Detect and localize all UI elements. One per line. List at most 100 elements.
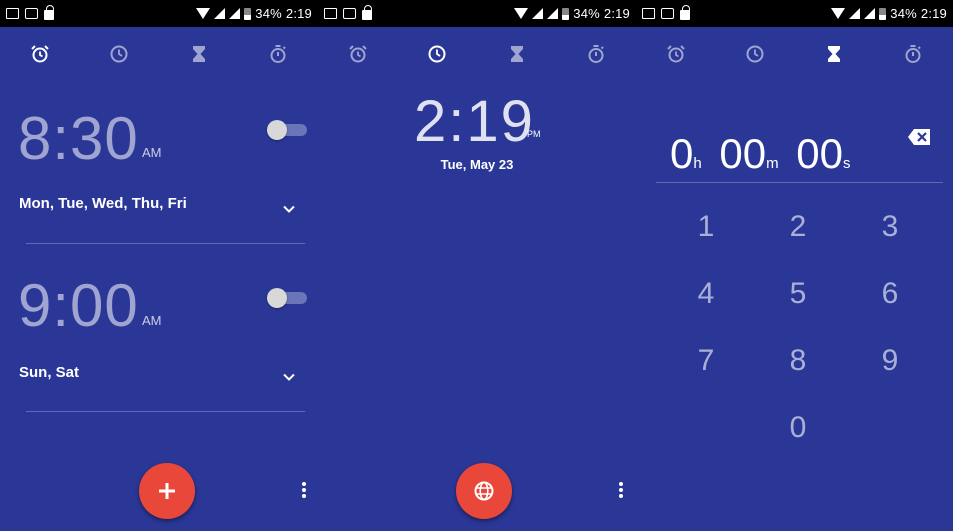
status-time: 2:19 <box>285 6 312 21</box>
message-notification-icon <box>343 8 356 19</box>
timer-display: 0h 00m 00s <box>670 130 856 178</box>
keypad-key-7[interactable]: 7 <box>676 344 736 378</box>
keypad-key-2[interactable]: 2 <box>768 210 828 244</box>
tab-stopwatch[interactable] <box>874 27 953 81</box>
plus-icon <box>159 483 175 499</box>
alarm-screen: 34% 2:19 8:30 AM Mon, Tue, Wed, Thu, Fri… <box>0 0 318 531</box>
wifi-icon <box>514 8 529 19</box>
alarm-days: Sun, Sat <box>19 364 80 381</box>
tab-stopwatch[interactable] <box>557 27 637 81</box>
tab-clock[interactable] <box>398 27 478 81</box>
timer-seconds-unit: s <box>842 155 851 172</box>
battery-icon <box>562 7 570 20</box>
battery-icon <box>244 7 252 20</box>
status-bar: 34% 2:19 <box>318 0 636 27</box>
stopwatch-icon <box>270 45 286 63</box>
timer-minutes-unit: m <box>766 155 779 172</box>
chevron-down-icon[interactable] <box>282 370 296 384</box>
keypad-key-3[interactable]: 3 <box>860 210 920 244</box>
overflow-menu-icon[interactable] <box>302 482 306 498</box>
keypad-key-0[interactable]: 0 <box>768 411 828 445</box>
clock-time: 2:19 <box>414 89 535 154</box>
divider <box>26 243 305 244</box>
signal-icon <box>864 8 876 19</box>
tab-alarm[interactable] <box>318 27 398 81</box>
tab-stopwatch[interactable] <box>239 27 319 81</box>
battery-percent: 34% <box>573 6 600 21</box>
clock-icon <box>110 45 128 63</box>
signal-icon <box>532 8 544 19</box>
tab-alarm[interactable] <box>636 27 715 81</box>
alarm-toggle[interactable] <box>267 120 307 140</box>
status-bar: 34% 2:19 <box>0 0 318 27</box>
tab-clock[interactable] <box>80 27 160 81</box>
clock-screen: 34% 2:19 2:19 PM Tue, May 23 <box>318 0 636 531</box>
hourglass-icon <box>192 46 205 62</box>
tab-alarm[interactable] <box>0 27 80 81</box>
lock-icon <box>44 5 54 20</box>
alarm-ampm: AM <box>142 145 162 160</box>
globe-icon <box>474 481 494 501</box>
image-notification-icon <box>642 8 655 19</box>
message-notification-icon <box>25 8 38 19</box>
alarm-ampm: AM <box>142 313 162 328</box>
divider <box>26 411 305 412</box>
battery-icon <box>879 7 887 20</box>
world-clock-button[interactable] <box>456 463 512 519</box>
message-notification-icon <box>661 8 674 19</box>
alarm-clock-icon <box>349 45 367 63</box>
hourglass-icon <box>828 46 841 62</box>
keypad-key-1[interactable]: 1 <box>676 210 736 244</box>
alarm-toggle[interactable] <box>267 288 307 308</box>
tab-timer[interactable] <box>477 27 557 81</box>
keypad-key-9[interactable]: 9 <box>860 344 920 378</box>
alarm-time[interactable]: 8:30 <box>18 104 139 173</box>
tab-clock[interactable] <box>715 27 794 81</box>
backspace-icon[interactable] <box>907 128 931 146</box>
tab-bar <box>636 27 953 81</box>
status-time: 2:19 <box>603 6 630 21</box>
chevron-down-icon[interactable] <box>282 202 296 216</box>
clock-ampm: PM <box>527 129 541 139</box>
signal-icon <box>547 8 559 19</box>
wifi-icon <box>831 8 846 19</box>
lock-icon <box>680 5 690 20</box>
timer-screen: 34% 2:19 0h 00m 00s 1 2 3 4 5 6 7 8 9 0 <box>636 0 953 531</box>
tab-bar <box>318 27 636 81</box>
keypad-key-5[interactable]: 5 <box>768 277 828 311</box>
stopwatch-icon <box>588 45 604 63</box>
timer-minutes: 00 <box>719 130 767 177</box>
wifi-icon <box>196 8 211 19</box>
add-alarm-button[interactable] <box>139 463 195 519</box>
divider <box>656 182 943 183</box>
signal-icon <box>849 8 861 19</box>
keypad-key-8[interactable]: 8 <box>768 344 828 378</box>
alarm-time[interactable]: 9:00 <box>18 271 139 340</box>
tab-bar <box>0 27 318 81</box>
clock-date: Tue, May 23 <box>440 157 514 172</box>
signal-icon <box>229 8 241 19</box>
status-time: 2:19 <box>920 6 947 21</box>
clock-icon <box>428 45 446 63</box>
stopwatch-icon <box>905 45 922 63</box>
alarm-days: Mon, Tue, Wed, Thu, Fri <box>19 195 187 212</box>
battery-percent: 34% <box>255 6 282 21</box>
battery-percent: 34% <box>890 6 917 21</box>
clock-icon <box>746 45 764 63</box>
image-notification-icon <box>324 8 337 19</box>
status-bar: 34% 2:19 <box>636 0 953 27</box>
hourglass-icon <box>510 46 523 62</box>
tab-timer[interactable] <box>159 27 239 81</box>
timer-hours: 0 <box>670 130 694 177</box>
image-notification-icon <box>6 8 19 19</box>
timer-seconds: 00 <box>796 130 843 177</box>
alarm-clock-icon <box>31 45 49 63</box>
keypad-key-6[interactable]: 6 <box>860 277 920 311</box>
keypad-key-4[interactable]: 4 <box>676 277 736 311</box>
tab-timer[interactable] <box>795 27 874 81</box>
signal-icon <box>214 8 226 19</box>
lock-icon <box>362 5 372 20</box>
alarm-clock-icon <box>666 45 685 63</box>
timer-hours-unit: h <box>693 155 702 172</box>
overflow-menu-icon[interactable] <box>619 482 623 498</box>
